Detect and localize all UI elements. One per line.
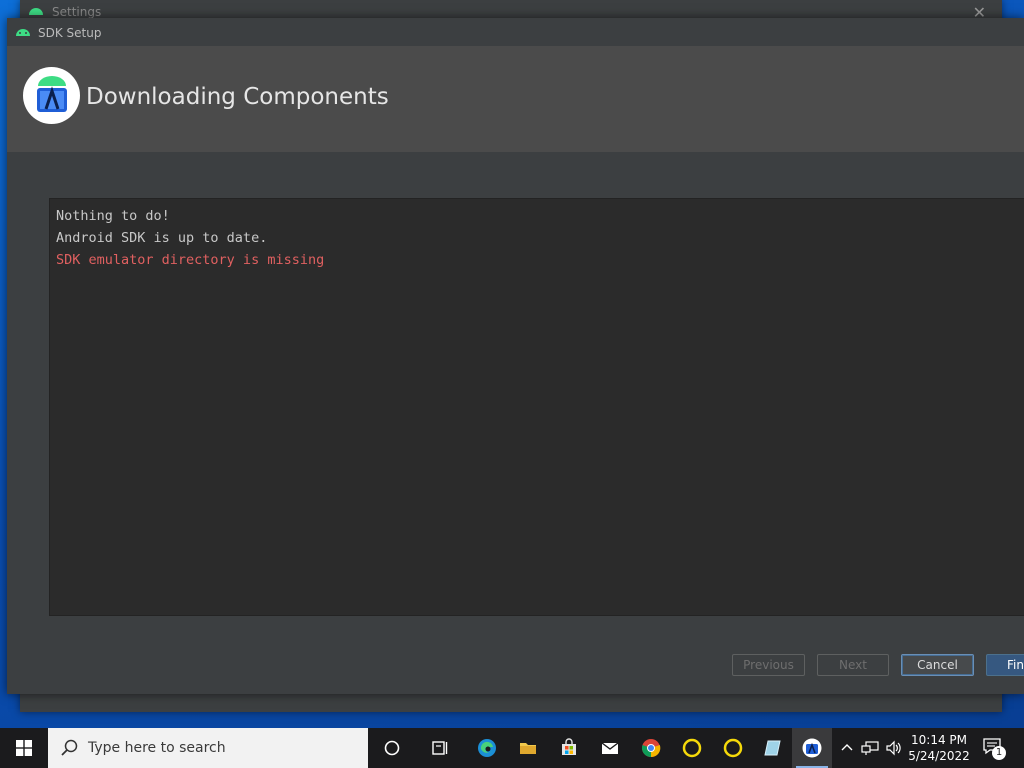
cortana-circle-icon — [384, 740, 400, 756]
edge-icon — [478, 739, 496, 757]
dialog-title: SDK Setup — [38, 26, 102, 40]
task-view-button[interactable] — [420, 728, 460, 768]
clock-date: 5/24/2022 — [908, 749, 970, 763]
edge-taskbar-button[interactable] — [467, 728, 507, 768]
taskbar: Type here to search 10:14 PM 5/24/2022 1 — [0, 728, 1024, 768]
settings-titlebar: Settings ✕ — [20, 0, 1002, 22]
previous-button[interactable]: Previous — [732, 654, 805, 676]
store-button[interactable] — [549, 728, 589, 768]
volume-button[interactable] — [882, 728, 906, 768]
chrome-button[interactable] — [631, 728, 671, 768]
app-ring-button-1[interactable] — [672, 728, 712, 768]
console-line: Nothing to do! — [56, 208, 170, 224]
store-icon — [562, 738, 576, 755]
chrome-icon — [641, 739, 661, 758]
task-view-icon — [432, 741, 448, 755]
chevron-up-icon — [841, 744, 853, 751]
android-studio-icon — [802, 738, 822, 758]
taskbar-clock[interactable]: 10:14 PM 5/24/2022 — [906, 732, 972, 764]
clock-time: 10:14 PM — [911, 733, 967, 747]
android-studio-taskbar-button[interactable] — [792, 728, 832, 768]
header-title: Downloading Components — [86, 84, 389, 110]
mail-button[interactable] — [590, 728, 630, 768]
console-line: Android SDK is up to date. — [56, 230, 268, 246]
windows-icon — [16, 740, 32, 756]
start-button[interactable] — [0, 728, 48, 768]
sdk-setup-dialog: SDK Setup Downloading Components Nothing… — [7, 18, 1024, 694]
dialog-header: Downloading Components — [7, 46, 1024, 152]
search-icon — [61, 739, 78, 756]
cancel-button[interactable]: Cancel — [901, 654, 974, 676]
folder-icon — [520, 743, 536, 754]
speaker-icon — [886, 740, 901, 756]
file-explorer-button[interactable] — [508, 728, 548, 768]
app-ring-button-2[interactable] — [713, 728, 753, 768]
android-studio-icon — [37, 76, 67, 112]
show-hidden-icons-button[interactable] — [836, 728, 858, 768]
android-icon — [16, 29, 30, 36]
network-icon — [861, 741, 879, 755]
cortana-button[interactable] — [372, 728, 412, 768]
android-icon — [29, 8, 43, 15]
android-studio-logo — [23, 67, 80, 124]
notification-center-button[interactable]: 1 — [982, 736, 1006, 760]
notepad-icon — [764, 740, 781, 756]
next-button[interactable]: Next — [817, 654, 889, 676]
ring-app-icon — [682, 738, 702, 758]
dialog-titlebar: SDK Setup — [7, 18, 1024, 46]
notepad-app-button[interactable] — [753, 728, 793, 768]
network-button[interactable] — [858, 728, 882, 768]
mail-icon — [601, 742, 619, 754]
search-placeholder: Type here to search — [88, 740, 226, 756]
notification-count-badge: 1 — [992, 746, 1006, 760]
finish-button[interactable]: Fini — [986, 654, 1024, 676]
taskbar-search-box[interactable]: Type here to search — [48, 728, 368, 768]
settings-title: Settings — [52, 5, 102, 19]
ring-app-icon — [723, 738, 743, 758]
console-error-line: SDK emulator directory is missing — [56, 252, 325, 268]
console-output: Nothing to do! Android SDK is up to date… — [49, 198, 1024, 616]
